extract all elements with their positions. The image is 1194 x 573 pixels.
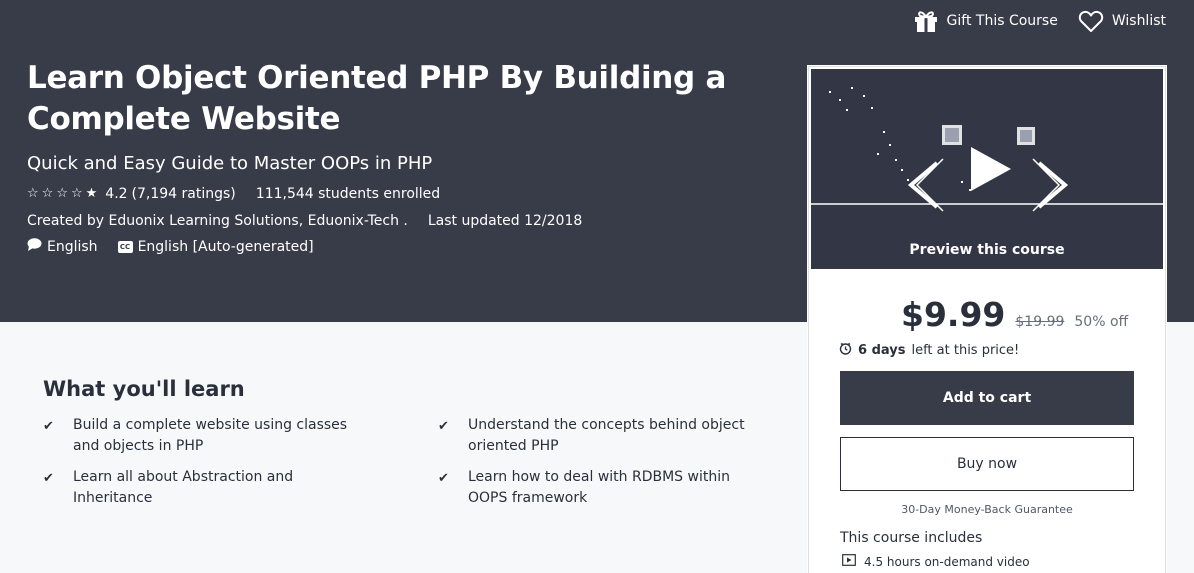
rating-value: 4.2: [105, 186, 128, 202]
preview-art: [811, 87, 1163, 212]
check-icon: ✔: [438, 471, 449, 486]
alarm-clock-icon: [839, 342, 852, 359]
course-preview[interactable]: Preview this course: [811, 69, 1163, 269]
star-icon: ☆: [41, 186, 54, 201]
preview-label: Preview this course: [909, 242, 1065, 258]
last-updated: Last updated 12/2018: [427, 213, 583, 229]
check-icon: ✔: [438, 419, 449, 434]
rating-stars: ☆ ☆ ☆ ☆ ★: [27, 184, 97, 204]
current-price: $9.99: [901, 295, 1006, 334]
gift-icon: [913, 9, 939, 33]
learn-item-text: Learn how to deal with RDBMS within OOPS…: [468, 469, 730, 506]
buy-now-button[interactable]: Buy now: [840, 437, 1134, 491]
language-label: English: [47, 239, 98, 255]
captions-label: English [Auto-generated]: [137, 239, 314, 255]
includes-item-text: 4.5 hours on-demand video: [864, 554, 1030, 569]
deadline-text: left at this price!: [911, 343, 1020, 358]
what-youll-learn: What you'll learn ✔ Build a complete web…: [43, 375, 763, 509]
gift-course-button[interactable]: Gift This Course: [913, 9, 1058, 33]
deadline-days: 6 days: [858, 343, 906, 358]
gift-course-label: Gift This Course: [946, 13, 1058, 29]
includes-item: 4.5 hours on-demand video: [842, 554, 1030, 569]
purchase-sidebar: Preview this course $9.99 $19.99 50% off…: [808, 66, 1166, 573]
language: English: [27, 237, 98, 257]
add-to-cart-button[interactable]: Add to cart: [840, 371, 1134, 425]
created-by[interactable]: Created by Eduonix Learning Solutions, E…: [27, 211, 408, 231]
meta-row: Created by Eduonix Learning Solutions, E…: [27, 211, 582, 231]
check-icon: ✔: [43, 471, 54, 486]
learn-list: ✔ Build a complete website using classes…: [43, 415, 763, 509]
includes-title: This course includes: [840, 530, 983, 546]
heart-icon: [1078, 10, 1104, 33]
star-icon: ★: [85, 186, 98, 201]
top-actions: Gift This Course Wishlist: [913, 9, 1166, 33]
wishlist-label: Wishlist: [1111, 13, 1166, 29]
star-icon: ☆: [56, 186, 68, 201]
money-back-guarantee: 30-Day Money-Back Guarantee: [901, 503, 1073, 516]
wishlist-button[interactable]: Wishlist: [1078, 10, 1166, 33]
video-icon: [842, 554, 856, 569]
course-subtitle: Quick and Easy Guide to Master OOPs in P…: [27, 153, 433, 174]
learn-item: ✔ Learn how to deal with RDBMS within OO…: [438, 467, 763, 509]
learn-item: ✔ Learn all about Abstraction and Inheri…: [43, 467, 438, 509]
learn-item: ✔ Understand the concepts behind object …: [438, 415, 763, 457]
learn-item-text: Learn all about Abstraction and Inherita…: [73, 469, 294, 506]
star-icon: ☆: [27, 186, 39, 201]
original-price: $19.99: [1015, 314, 1065, 330]
captions: CC English [Auto-generated]: [117, 237, 314, 257]
play-icon[interactable]: [971, 147, 1011, 191]
learn-item-text: Understand the concepts behind object or…: [468, 417, 745, 454]
learn-item: ✔ Build a complete website using classes…: [43, 415, 438, 457]
rating-row: ☆ ☆ ☆ ☆ ★ 4.2 (7,194 ratings) 111,544 st…: [27, 184, 440, 204]
rating-count[interactable]: (7,194 ratings): [132, 184, 236, 204]
learn-item-text: Build a complete website using classes a…: [73, 417, 348, 454]
course-title: Learn Object Oriented PHP By Building a …: [27, 60, 727, 137]
discount-percent: 50% off: [1074, 314, 1129, 330]
students-enrolled: 111,544 students enrolled: [255, 186, 441, 202]
star-icon: ☆: [70, 186, 83, 201]
check-icon: ✔: [43, 419, 54, 434]
learn-title: What you'll learn: [43, 377, 245, 401]
language-row: English CC English [Auto-generated]: [27, 237, 314, 257]
price-block: $9.99 $19.99 50% off: [901, 295, 1128, 334]
price-deadline: 6 days left at this price!: [839, 342, 1019, 359]
cc-icon: CC: [117, 241, 133, 253]
speech-bubble-icon: [27, 237, 42, 257]
